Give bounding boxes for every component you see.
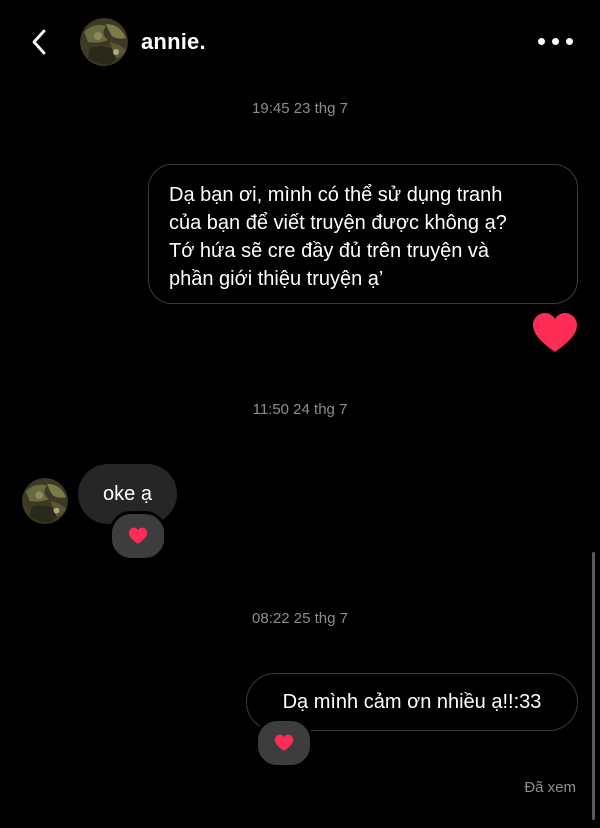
message-line: phần giới thiệu truyện ạ’ bbox=[169, 268, 384, 290]
heart-emoji bbox=[274, 734, 294, 751]
more-options-button[interactable] bbox=[534, 31, 576, 53]
seen-status: Đã xem bbox=[524, 779, 576, 796]
message-timestamp: 08:22 25 thg 7 bbox=[252, 610, 348, 627]
chevron-left-icon bbox=[32, 29, 46, 55]
message-reaction[interactable] bbox=[255, 718, 313, 768]
message-line: Dạ bạn ơi, mình có thể sử dụng tranh bbox=[169, 184, 503, 206]
message-text: oke ạ bbox=[103, 483, 152, 505]
back-button[interactable] bbox=[28, 26, 54, 58]
outgoing-message-bubble[interactable]: Dạ bạn ơi, mình có thể sử dụng tranh của… bbox=[148, 164, 578, 304]
more-horizontal-icon bbox=[552, 38, 559, 45]
like-reaction[interactable] bbox=[531, 312, 579, 354]
chat-header: annie. bbox=[0, 0, 600, 86]
heart-icon bbox=[533, 313, 577, 352]
message-timestamp: 11:50 24 thg 7 bbox=[252, 401, 348, 418]
contact-name[interactable]: annie. bbox=[141, 29, 206, 55]
avatar-image bbox=[80, 18, 128, 66]
message-line: Tớ hứa sẽ cre đầy đủ trên truyện và bbox=[169, 240, 489, 262]
message-reaction[interactable] bbox=[109, 511, 167, 561]
avatar-image bbox=[22, 478, 68, 524]
contact-avatar[interactable] bbox=[80, 18, 128, 66]
sender-avatar[interactable] bbox=[22, 478, 68, 524]
more-horizontal-icon bbox=[566, 38, 573, 45]
more-horizontal-icon bbox=[538, 38, 545, 45]
message-line: của bạn để viết truyện được không ạ? bbox=[169, 212, 507, 234]
message-timestamp: 19:45 23 thg 7 bbox=[252, 100, 348, 117]
heart-emoji bbox=[128, 527, 148, 544]
message-text: Dạ mình cảm ơn nhiều ạ!!:33 bbox=[282, 691, 542, 713]
scroll-indicator[interactable] bbox=[592, 552, 595, 820]
